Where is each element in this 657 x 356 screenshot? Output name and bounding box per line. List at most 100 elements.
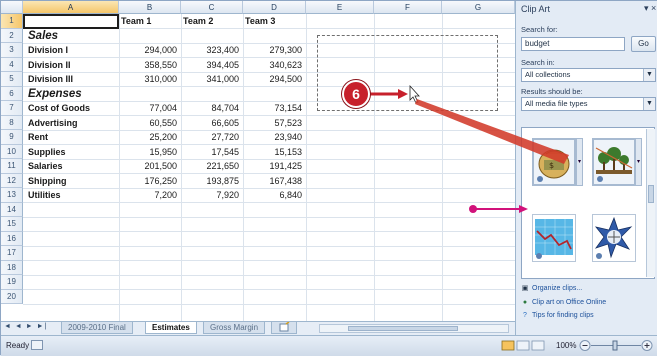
chevron-down-icon[interactable]: ▼	[643, 69, 655, 81]
row-header[interactable]: 14	[1, 202, 23, 217]
clip-dropdown-arrow[interactable]: ▾	[635, 138, 642, 186]
section-sales[interactable]: Sales	[28, 29, 58, 43]
scroll-thumb[interactable]	[648, 185, 654, 203]
row-header[interactable]: 7	[1, 101, 23, 116]
column-header-b[interactable]: B	[119, 1, 181, 14]
table-cell[interactable]: 358,550	[119, 58, 177, 72]
table-cell[interactable]: 323,400	[181, 43, 239, 57]
table-cell[interactable]: 191,425	[243, 159, 302, 173]
chevron-down-icon[interactable]: ▼	[643, 98, 655, 110]
table-cell[interactable]: 221,650	[181, 159, 239, 173]
column-header-g[interactable]: G	[442, 1, 515, 14]
row-header[interactable]: 5	[1, 72, 23, 87]
table-cell[interactable]: 167,438	[243, 174, 302, 188]
select-all-corner[interactable]	[1, 1, 23, 14]
row-header[interactable]: 2	[1, 28, 23, 43]
table-cell[interactable]: 60,550	[119, 116, 177, 130]
worksheet-grid[interactable]: A B C D E F G 1 2 3 4 5 6 7 8 9 10 11 12…	[1, 1, 515, 331]
clip-thumbnail-chart[interactable]	[532, 214, 576, 262]
sheet-tab[interactable]: Gross Margin	[203, 322, 266, 334]
row-header[interactable]: 1	[1, 14, 23, 29]
table-cell[interactable]: 193,875	[181, 174, 239, 188]
active-cell-a1[interactable]	[23, 14, 119, 29]
table-cell[interactable]: 341,000	[181, 72, 239, 86]
column-header-c[interactable]: C	[181, 1, 243, 14]
sheet-nav-buttons[interactable]: ◄ ◄ ► ►|	[4, 323, 47, 330]
clip-results-list[interactable]: $ ▾ ▾	[521, 127, 655, 279]
table-cell[interactable]: 27,720	[181, 130, 239, 144]
column-header-e[interactable]: E	[306, 1, 374, 14]
row-label[interactable]: Division II	[28, 58, 71, 72]
header-team-1[interactable]: Team 1	[121, 14, 151, 28]
row-header[interactable]: 17	[1, 246, 23, 261]
row-label[interactable]: Rent	[28, 130, 48, 144]
table-cell[interactable]: 340,623	[243, 58, 302, 72]
row-header[interactable]: 15	[1, 217, 23, 232]
macro-record-icon[interactable]	[31, 340, 43, 350]
table-cell[interactable]: 176,250	[119, 174, 177, 188]
header-team-3[interactable]: Team 3	[245, 14, 275, 28]
row-header[interactable]: 13	[1, 188, 23, 203]
zoom-slider[interactable]	[579, 339, 654, 352]
row-header[interactable]: 6	[1, 86, 23, 101]
clip-results-scrollbar[interactable]	[646, 129, 655, 277]
search-in-dropdown[interactable]: All collections ▼	[521, 68, 656, 82]
table-cell[interactable]: 394,405	[181, 58, 239, 72]
row-header[interactable]: 20	[1, 289, 23, 304]
clip-thumbnail-trees[interactable]	[592, 138, 636, 186]
row-header[interactable]: 16	[1, 231, 23, 246]
table-cell[interactable]: 77,004	[119, 101, 177, 115]
row-header[interactable]: 9	[1, 130, 23, 145]
table-cell[interactable]: 310,000	[119, 72, 177, 86]
results-dropdown[interactable]: All media file types ▼	[521, 97, 656, 111]
column-header-f[interactable]: F	[374, 1, 442, 14]
table-cell[interactable]: 15,153	[243, 145, 302, 159]
view-buttons[interactable]	[501, 340, 545, 351]
clip-art-online-link[interactable]: Clip art on Office Online	[532, 299, 606, 306]
row-label[interactable]: Division III	[28, 72, 73, 86]
sheet-tab[interactable]: 2009-2010 Final	[61, 322, 133, 334]
table-cell[interactable]: 7,920	[181, 188, 239, 202]
row-header[interactable]: 12	[1, 173, 23, 188]
table-cell[interactable]: 57,523	[243, 116, 302, 130]
scroll-thumb[interactable]	[348, 326, 458, 331]
table-cell[interactable]: 201,500	[119, 159, 177, 173]
row-header[interactable]: 3	[1, 43, 23, 58]
row-label[interactable]: Division I	[28, 43, 68, 57]
row-label[interactable]: Utilities	[28, 188, 61, 202]
section-expenses[interactable]: Expenses	[28, 87, 82, 101]
tips-link[interactable]: Tips for finding clips	[532, 312, 594, 319]
zoom-level[interactable]: 100%	[556, 341, 576, 350]
row-header[interactable]: 4	[1, 57, 23, 72]
table-cell[interactable]: 294,500	[243, 72, 302, 86]
table-cell[interactable]: 279,300	[243, 43, 302, 57]
clip-thumbnail-star[interactable]	[592, 214, 636, 262]
column-header-d[interactable]: D	[243, 1, 306, 14]
table-cell[interactable]: 84,704	[181, 101, 239, 115]
row-label[interactable]: Shipping	[28, 174, 67, 188]
search-input[interactable]: budget	[521, 37, 625, 51]
row-label[interactable]: Salaries	[28, 159, 63, 173]
row-header[interactable]: 19	[1, 275, 23, 290]
table-cell[interactable]: 6,840	[243, 188, 302, 202]
column-header-a[interactable]: A	[23, 1, 119, 14]
row-header[interactable]: 10	[1, 144, 23, 159]
table-cell[interactable]: 15,950	[119, 145, 177, 159]
row-header[interactable]: 8	[1, 115, 23, 130]
row-label[interactable]: Supplies	[28, 145, 66, 159]
table-cell[interactable]: 23,940	[243, 130, 302, 144]
table-cell[interactable]: 7,200	[119, 188, 177, 202]
row-header[interactable]: 11	[1, 159, 23, 174]
clip-thumbnail-money[interactable]: $	[532, 138, 576, 186]
row-label[interactable]: Advertising	[28, 116, 78, 130]
horizontal-scrollbar[interactable]	[319, 324, 509, 333]
table-cell[interactable]: 17,545	[181, 145, 239, 159]
table-cell[interactable]: 294,000	[119, 43, 177, 57]
table-cell[interactable]: 73,154	[243, 101, 302, 115]
insert-sheet-icon[interactable]	[271, 321, 297, 334]
table-cell[interactable]: 66,605	[181, 116, 239, 130]
row-label[interactable]: Cost of Goods	[28, 101, 90, 115]
clip-dropdown-arrow[interactable]: ▾	[576, 138, 583, 186]
row-header[interactable]: 18	[1, 260, 23, 275]
go-button[interactable]: Go	[631, 36, 656, 52]
